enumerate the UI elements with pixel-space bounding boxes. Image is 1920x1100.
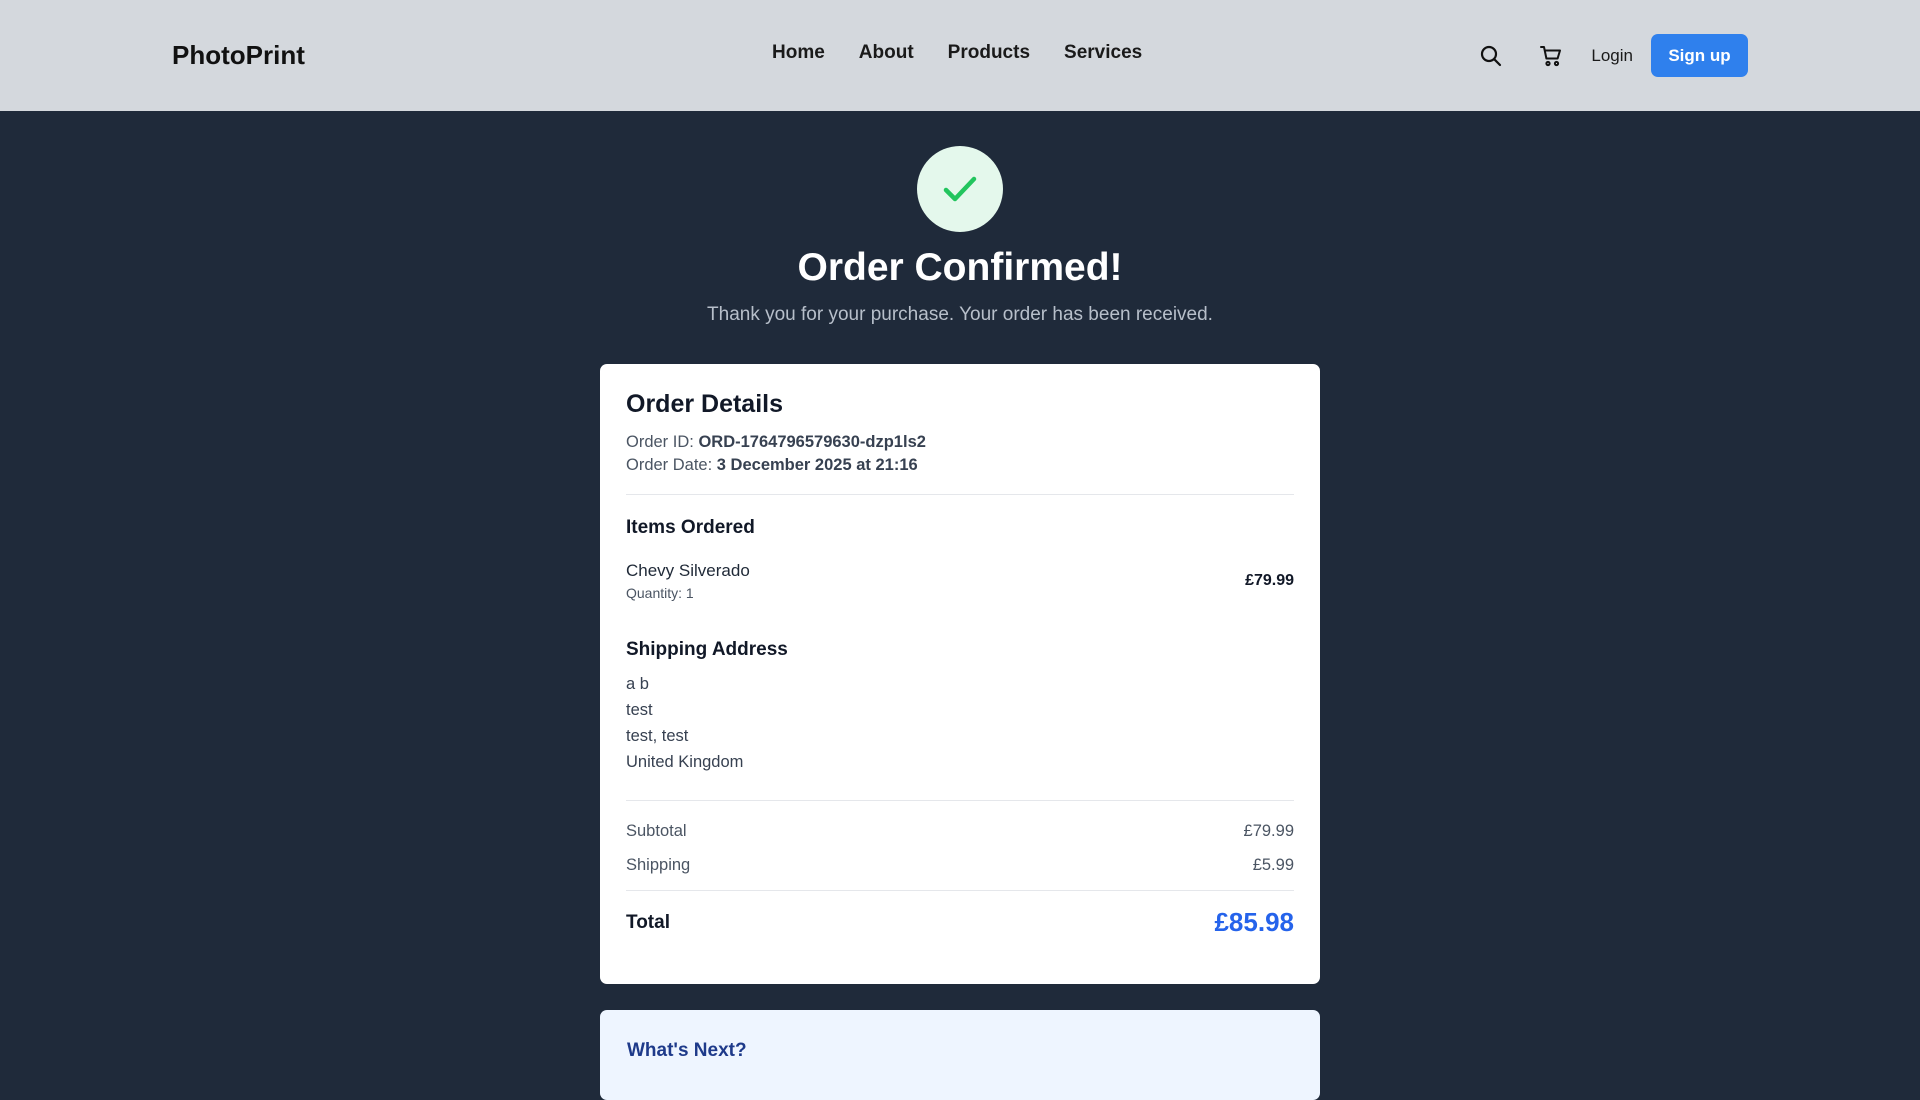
nav-products[interactable]: Products (948, 42, 1030, 64)
nav-services[interactable]: Services (1064, 42, 1142, 64)
shipping-row: Shipping £5.99 (626, 856, 1294, 875)
brand-logo[interactable]: PhotoPrint (172, 40, 305, 71)
address-line: test, test (626, 727, 689, 745)
nav-home[interactable]: Home (772, 42, 825, 64)
signup-button[interactable]: Sign up (1651, 34, 1748, 77)
order-id-label: Order ID: (626, 433, 694, 451)
items-heading: Items Ordered (626, 517, 755, 538)
item-price: £79.99 (1245, 572, 1294, 589)
address-line: United Kingdom (626, 753, 744, 771)
confirmation-subtitle: Thank you for your purchase. Your order … (707, 304, 1213, 325)
divider (626, 890, 1294, 891)
top-navbar: PhotoPrint Home About Products Services … (0, 0, 1920, 111)
total-label: Total (626, 911, 670, 933)
total-value: £85.98 (1214, 907, 1294, 937)
main-nav: Home About Products Services (772, 42, 1142, 64)
shipping-address: a b test test, test United Kingdom (626, 671, 1294, 775)
address-line: test (626, 701, 653, 719)
item-quantity: Quantity: 1 (626, 585, 694, 601)
search-icon[interactable] (1477, 42, 1505, 70)
subtotal-row: Subtotal £79.99 (626, 822, 1294, 841)
order-date-label: Order Date: (626, 456, 713, 474)
divider (626, 800, 1294, 801)
checkmark-icon (943, 176, 977, 202)
order-id-value: ORD-1764796579630-dzp1ls2 (698, 433, 926, 451)
order-id-line: Order ID: ORD-1764796579630-dzp1ls2 (626, 433, 1294, 452)
confirmation-title: Order Confirmed! (797, 246, 1123, 289)
cart-icon[interactable] (1537, 42, 1565, 70)
order-details-card: Order Details Order ID: ORD-176479657963… (600, 364, 1320, 984)
order-date-value: 3 December 2025 at 21:16 (716, 456, 918, 474)
order-item-info: Chevy Silverado Quantity: 1 (626, 561, 750, 601)
item-name: Chevy Silverado (626, 561, 750, 580)
address-line: a b (626, 675, 649, 693)
total-row: Total £85.98 (626, 907, 1294, 938)
shipping-heading: Shipping Address (626, 639, 788, 660)
whats-next-heading: What's Next? (627, 1040, 747, 1061)
nav-actions: Login Sign up (1477, 34, 1748, 77)
shipping-value: £5.99 (1252, 856, 1294, 874)
order-item: Chevy Silverado Quantity: 1 £79.99 (626, 561, 1294, 601)
order-date-line: Order Date: 3 December 2025 at 21:16 (626, 456, 1294, 475)
login-link[interactable]: Login (1591, 46, 1633, 66)
nav-about[interactable]: About (859, 42, 914, 64)
shipping-label: Shipping (626, 856, 691, 874)
whats-next-card: What's Next? (600, 1010, 1320, 1100)
success-badge (917, 146, 1003, 232)
subtotal-label: Subtotal (626, 822, 687, 840)
subtotal-value: £79.99 (1243, 822, 1294, 840)
order-details-heading: Order Details (626, 390, 784, 418)
divider (626, 494, 1294, 495)
